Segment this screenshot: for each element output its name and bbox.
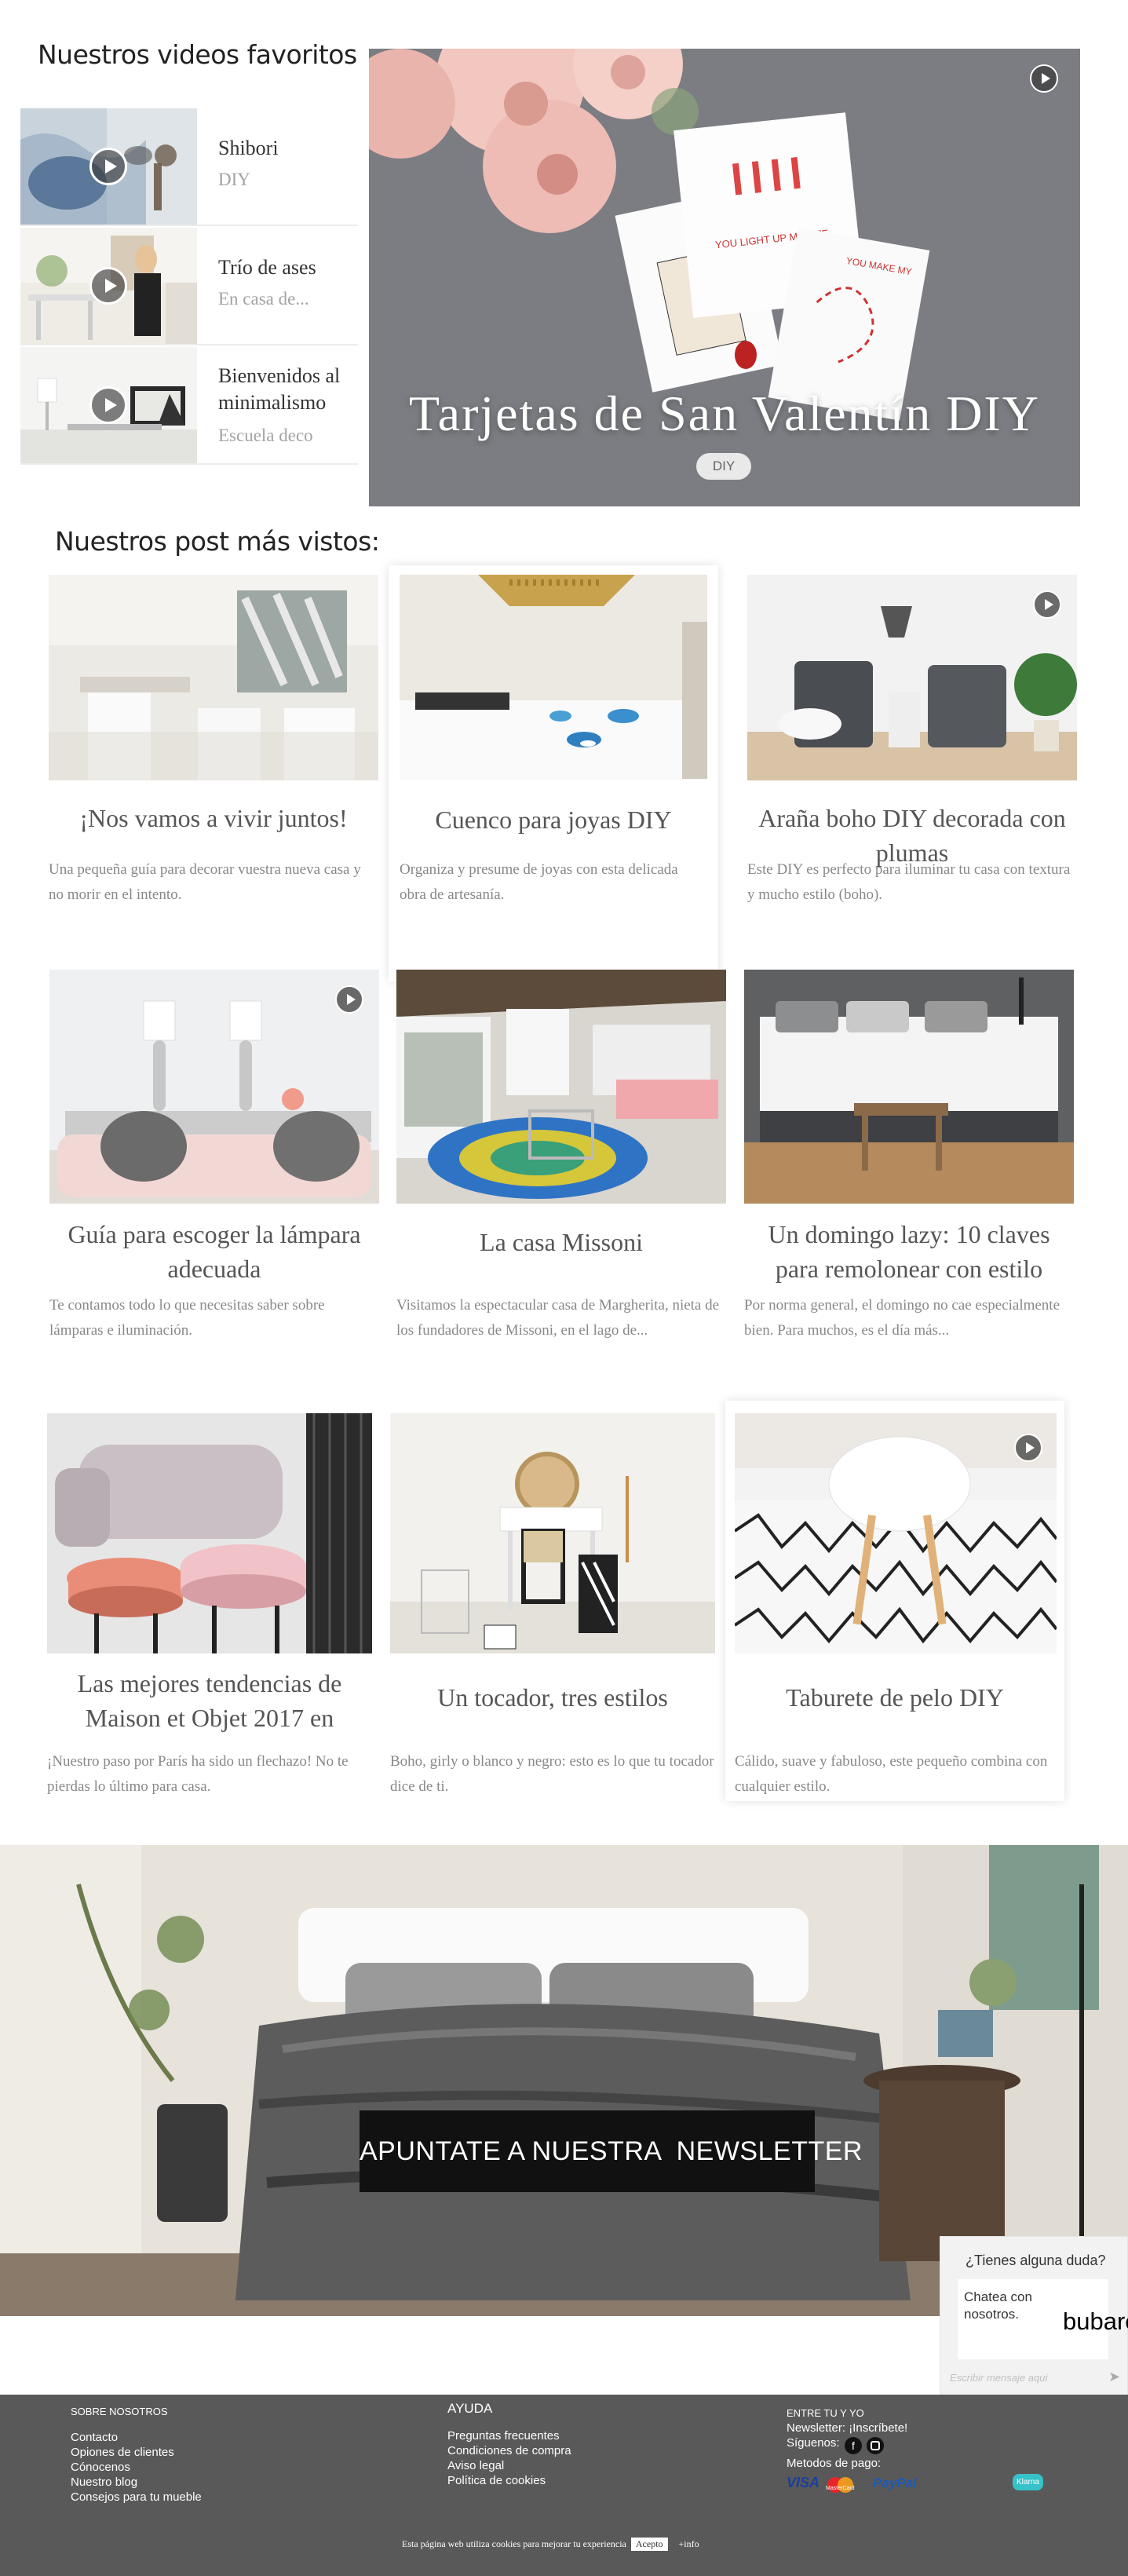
- payment-label: Metodos de pago:: [787, 2457, 882, 2470]
- video-thumbnail[interactable]: [20, 347, 197, 463]
- chat-prompt: Chatea con nosotros.: [964, 2289, 1032, 2322]
- post-title[interactable]: Cuenco para joyas DIY: [396, 802, 710, 837]
- post-card[interactable]: Guía para escoger la lámpara adecuada Te…: [49, 970, 379, 1378]
- post-card[interactable]: Las mejores tendencias de Maison et Obje…: [47, 1413, 372, 1821]
- post-title[interactable]: Las mejores tendencias de Maison et Obje…: [55, 1666, 364, 1735]
- post-title[interactable]: ¡Nos vamos a vivir juntos!: [57, 801, 371, 835]
- post-image[interactable]: [735, 1413, 1057, 1653]
- post-card[interactable]: Araña boho DIY decorada con plumas Este …: [747, 575, 1077, 983]
- post-description: Boho, girly o blanco y negro: esto es lo…: [390, 1753, 714, 1795]
- videos-section-title: Nuestros videos favoritos: [38, 39, 357, 70]
- post-image[interactable]: [400, 575, 707, 780]
- mastercard-logo: MasterCard: [826, 2477, 859, 2493]
- post-title[interactable]: Un tocador, tres estilos: [398, 1680, 707, 1715]
- chat-body[interactable]: Chatea con nosotros. bubare: [958, 2279, 1128, 2359]
- footer-link-opiniones[interactable]: Opiones de clientes: [71, 2445, 202, 2460]
- footer-about: SOBRE NOSOTROS Contacto Opiones de clien…: [71, 2404, 202, 2505]
- post-description: Por norma general, el domingo no cae esp…: [744, 1297, 1060, 1339]
- paypal-logo: PayPal: [873, 2476, 917, 2490]
- post-description: Visitamos la espectacular casa de Marghe…: [396, 1297, 720, 1339]
- chat-widget[interactable]: ¿Tienes alguna duda? Chatea con nosotros…: [940, 2236, 1128, 2397]
- featured-video-tag[interactable]: DIY: [696, 453, 751, 480]
- play-icon[interactable]: [89, 267, 127, 305]
- featured-video-title[interactable]: Tarjetas de San Valentín DIY: [369, 385, 1080, 443]
- post-title[interactable]: Taburete de pelo DIY: [733, 1680, 1057, 1715]
- post-card[interactable]: Un domingo lazy: 10 claves para remolone…: [744, 970, 1074, 1378]
- cookie-text: Esta página web utiliza cookies para mej…: [402, 2538, 626, 2549]
- video-category: En casa de...: [218, 289, 309, 309]
- footer-link-aviso-legal[interactable]: Aviso legal: [447, 2458, 571, 2473]
- follow-label: Síguenos:: [787, 2436, 840, 2450]
- footer-link-consejos[interactable]: Consejos para tu mueble: [71, 2490, 202, 2505]
- klarna-logo: Klarna: [1013, 2474, 1043, 2490]
- post-description: Este DIY es perfecto para iluminar tu ca…: [747, 861, 1071, 903]
- play-icon[interactable]: [335, 985, 363, 1014]
- payment-logos: VISA MasterCard PayPal Klarna: [787, 2474, 1043, 2497]
- footer-link-conocenos[interactable]: Cónocenos: [71, 2460, 202, 2475]
- send-icon[interactable]: ➤: [1108, 2369, 1120, 2385]
- footer-help: AYUDA Preguntas frecuentes Condiciones d…: [447, 2401, 571, 2488]
- video-title[interactable]: Bienvenidos al minimalismo: [218, 363, 352, 416]
- newsletter-link[interactable]: Newsletter: ¡Inscríbete!: [787, 2421, 907, 2435]
- cookie-more-link[interactable]: +info: [679, 2538, 699, 2549]
- featured-video[interactable]: K YOU LIGHT UP MY LIFE YOU MAKE MY Tarje…: [369, 49, 1080, 506]
- post-image[interactable]: [747, 575, 1077, 780]
- instagram-icon[interactable]: [867, 2437, 884, 2454]
- video-category: DIY: [218, 170, 250, 189]
- play-icon[interactable]: [1014, 1434, 1042, 1462]
- footer-link-condiciones[interactable]: Condiciones de compra: [447, 2443, 571, 2458]
- video-title[interactable]: Trío de ases: [218, 254, 352, 281]
- play-icon[interactable]: [89, 148, 127, 185]
- post-title[interactable]: La casa Missoni: [404, 1225, 718, 1259]
- play-icon[interactable]: [1033, 590, 1061, 619]
- video-item-minimalismo[interactable]: Bienvenidos al minimalismo Escuela deco: [20, 347, 358, 465]
- post-card[interactable]: Un tocador, tres estilos Boho, girly o b…: [390, 1413, 715, 1821]
- post-title[interactable]: Un domingo lazy: 10 claves para remolone…: [752, 1217, 1066, 1286]
- post-description: Organiza y presume de joyas con esta del…: [400, 861, 678, 903]
- video-thumbnail[interactable]: [20, 228, 197, 344]
- newsletter-signup-button[interactable]: APUNTATE A NUESTRA NEWSLETTER: [360, 2110, 862, 2192]
- post-card[interactable]: ¡Nos vamos a vivir juntos! Una pequeña g…: [49, 575, 378, 983]
- footer-heading: SOBRE NOSOTROS: [71, 2406, 168, 2417]
- footer-heading: ENTRE TU Y YO: [787, 2407, 864, 2419]
- post-title[interactable]: Guía para escoger la lámpara adecuada: [57, 1217, 371, 1286]
- cookie-accept-button[interactable]: Acepto: [630, 2538, 668, 2551]
- post-description: ¡Nuestro paso por París ha sido un flech…: [47, 1753, 349, 1795]
- post-image[interactable]: [390, 1413, 715, 1653]
- footer-social: ENTRE TU Y YO Newsletter: ¡Inscríbete! S…: [787, 2406, 1043, 2497]
- footer-link-faq[interactable]: Preguntas frecuentes: [447, 2428, 571, 2443]
- post-card[interactable]: Cuenco para joyas DIY Organiza y presume…: [389, 565, 718, 981]
- cookie-banner: Esta página web utiliza cookies para mej…: [402, 2538, 699, 2551]
- footer-link-contacto[interactable]: Contacto: [71, 2430, 202, 2445]
- post-card[interactable]: La casa Missoni Visitamos la espectacula…: [396, 970, 726, 1378]
- post-description: Una pequeña guía para decorar vuestra nu…: [49, 861, 361, 903]
- chat-message-input[interactable]: Escribir mensaje aquí: [950, 2372, 1048, 2384]
- chat-question: ¿Tienes alguna duda?: [966, 2253, 1106, 2268]
- video-item-trio-de-ases[interactable]: Trío de ases En casa de...: [20, 228, 358, 345]
- footer-link-blog[interactable]: Nuestro blog: [71, 2475, 202, 2490]
- post-description: Te contamos todo lo que necesitas saber …: [49, 1297, 325, 1339]
- post-image[interactable]: [49, 970, 379, 1204]
- video-title[interactable]: Shibori: [218, 135, 352, 162]
- post-card[interactable]: Taburete de pelo DIY Cálido, suave y fab…: [725, 1401, 1064, 1801]
- video-thumbnail[interactable]: [20, 108, 197, 225]
- post-image[interactable]: [396, 970, 726, 1204]
- bubare-logo: bubare: [1063, 2307, 1128, 2335]
- visa-logo: VISA: [787, 2475, 820, 2490]
- facebook-icon[interactable]: f: [845, 2437, 862, 2454]
- post-image[interactable]: [744, 970, 1074, 1204]
- video-category: Escuela deco: [218, 426, 313, 445]
- post-description: Cálido, suave y fabuloso, este pequeño c…: [735, 1753, 1048, 1795]
- play-icon[interactable]: [89, 386, 127, 424]
- play-icon[interactable]: [1030, 64, 1058, 93]
- footer-heading: AYUDA: [447, 2401, 493, 2416]
- post-image[interactable]: [47, 1413, 372, 1653]
- post-image[interactable]: [49, 575, 378, 780]
- footer-link-cookies[interactable]: Política de cookies: [447, 2473, 571, 2488]
- video-item-shibori[interactable]: Shibori DIY: [20, 108, 358, 226]
- posts-section-title: Nuestros post más vistos:: [55, 526, 380, 557]
